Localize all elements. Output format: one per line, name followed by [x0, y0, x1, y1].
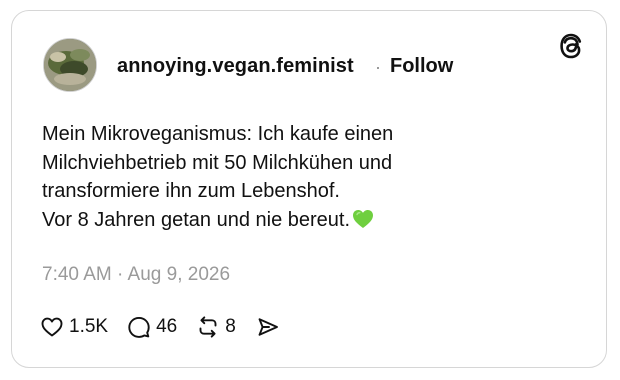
avatar-image — [44, 39, 96, 91]
post-text-line-last: Vor 8 Jahren getan und nie bereut. — [42, 206, 582, 235]
send-icon — [258, 318, 278, 336]
repost-button[interactable]: 8 — [196, 315, 236, 339]
username[interactable]: annoying.vegan.feminist — [117, 55, 354, 78]
post-card: annoying.vegan.feminist · Follow Mein Mi… — [11, 10, 607, 368]
post-text-line: Milchviehbetrieb mit 50 Milchkühen und — [42, 151, 393, 174]
speech-bubble-icon — [128, 316, 150, 338]
post-text-line: transformiere ihn zum Lebenshof. — [42, 180, 340, 202]
repost-count: 8 — [225, 316, 236, 337]
separator-dot: · — [375, 57, 381, 77]
share-button[interactable] — [256, 315, 280, 339]
post-text-line: Mein Mikroveganismus: Ich kaufe einen — [42, 123, 394, 145]
threads-logo-icon[interactable] — [558, 32, 584, 60]
action-bar: 1.5K 46 8 — [40, 314, 280, 340]
green-heart-emoji-icon — [353, 209, 374, 228]
like-count: 1.5K — [69, 316, 109, 337]
reply-button[interactable]: 46 — [127, 315, 177, 339]
post-text-line: Vor 8 Jahren getan und nie bereut. — [42, 208, 351, 231]
repost-icon — [199, 316, 217, 338]
post-timestamp[interactable]: 7:40 AM · Aug 9, 2026 — [42, 264, 230, 286]
reply-count: 46 — [156, 316, 178, 337]
follow-button[interactable]: Follow — [390, 55, 453, 78]
post-text: Mein Mikroveganismus: Ich kaufe einen Mi… — [42, 120, 582, 234]
avatar[interactable] — [43, 38, 97, 92]
like-button[interactable]: 1.5K — [40, 315, 108, 339]
heart-icon — [41, 317, 63, 337]
